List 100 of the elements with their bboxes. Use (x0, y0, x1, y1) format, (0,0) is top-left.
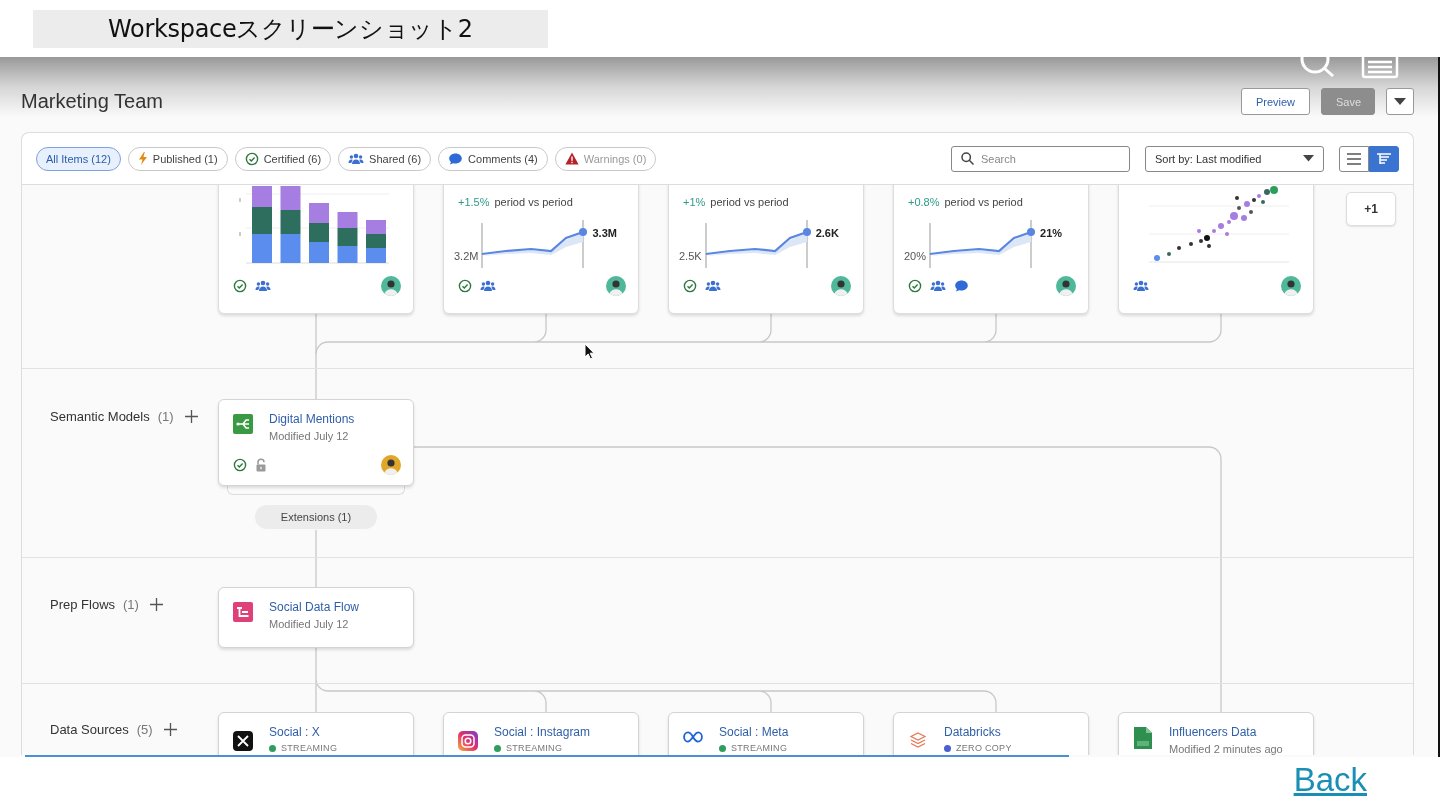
lane-count: (1) (123, 596, 139, 612)
people-icon (348, 151, 365, 166)
status-label: STREAMING (506, 743, 563, 753)
list-view-toggle[interactable] (1339, 145, 1369, 172)
item-subtitle: Modified July 12 (269, 430, 350, 442)
dashboard-card[interactable]: +1.5% period vs period 3.2M 3.3M (443, 185, 639, 314)
chart-point (1249, 210, 1253, 214)
item-card[interactable]: Digital Mentions Modified July 12 (218, 399, 414, 486)
item-title: Social : X (269, 725, 321, 740)
status-label: STREAMING (281, 743, 338, 753)
chart-bar (366, 220, 386, 234)
chart-bar (309, 242, 329, 263)
dashboard-card[interactable] (1118, 185, 1314, 314)
connector-line (315, 529, 317, 588)
item-title: Influencers Data (1169, 725, 1258, 740)
dashboard-card[interactable]: +0.8% period vs period 20% 21% (893, 185, 1089, 314)
lightning-icon (137, 152, 148, 165)
item-title: Social Data Flow (269, 600, 360, 615)
search-icon (961, 152, 974, 165)
dropdown-button[interactable] (1386, 88, 1414, 115)
filter-chip[interactable]: Published (1) (127, 146, 228, 171)
chart-bar (366, 248, 386, 263)
cursor-icon (584, 343, 595, 360)
end-value: 2.6K (815, 227, 839, 239)
item-title: Social : Instagram (494, 725, 591, 740)
change-value: +1.5% (458, 196, 490, 210)
lane-count: (1) (157, 408, 174, 424)
add-icon[interactable] (163, 722, 177, 736)
end-point (1027, 228, 1036, 236)
lineage-icon (1377, 152, 1391, 165)
chart-bar (309, 223, 329, 242)
chart-bar (337, 228, 358, 246)
chart-bar (252, 234, 272, 263)
workspace-title: Marketing Team (21, 90, 164, 113)
lane-label: Data Sources (50, 721, 129, 737)
item-card[interactable]: Social Data Flow Modified July 12 (218, 587, 414, 648)
filter-chip[interactable]: Certified (6) (234, 146, 332, 171)
add-icon[interactable] (184, 409, 198, 423)
start-value: 2.5K (679, 250, 702, 262)
item-card[interactable]: Social : X STREAMING (218, 712, 414, 755)
chart-point (1154, 255, 1160, 261)
spreadsheet-icon (1134, 727, 1152, 749)
extensions-button[interactable]: Extensions (1) (255, 505, 377, 529)
end-value: 3.3M (592, 227, 617, 239)
chart-point (1261, 200, 1265, 204)
filter-chip[interactable]: Shared (6) (338, 146, 432, 171)
back-link[interactable]: Back (1293, 761, 1367, 799)
item-card[interactable]: Social : Meta STREAMING (668, 712, 864, 755)
end-point (579, 228, 588, 236)
item-title: Social : Meta (719, 725, 789, 740)
item-subtitle: Modified 2 minutes ago (1169, 743, 1283, 755)
chart-point (1244, 201, 1250, 207)
change-caption: period vs period (944, 196, 1023, 210)
item-title: Digital Mentions (269, 412, 355, 427)
chart-point (1189, 242, 1193, 246)
chart-point (1212, 229, 1216, 233)
status-label: ZERO COPY (956, 743, 1012, 753)
filter-chip[interactable]: Comments (4) (438, 146, 548, 171)
caption-title: Workspaceスクリーンショット2 (33, 10, 548, 48)
start-value: 3.2M (454, 250, 479, 262)
sort-dropdown[interactable]: Sort by: Last modified (1145, 145, 1324, 172)
start-value: 20% (904, 250, 927, 262)
end-value: 21% (1040, 227, 1063, 239)
model-icon (233, 414, 253, 434)
chart-bar (337, 246, 358, 263)
chart-point (1218, 223, 1224, 229)
lane-label: Semantic Models (50, 408, 150, 424)
caret-icon (1303, 155, 1314, 162)
change-caption: period vs period (710, 196, 789, 210)
lineage-view-toggle[interactable] (1369, 145, 1399, 172)
more-button[interactable]: +1 (1346, 192, 1396, 226)
dashboard-card[interactable]: +1% period vs period 2.5K 2.6K (668, 185, 864, 314)
warning-icon (564, 152, 579, 165)
chart-bar (252, 207, 272, 234)
item-card[interactable]: Influencers Data Modified 2 minutes ago (1118, 712, 1314, 755)
cross-logo-icon (233, 731, 253, 751)
item-subtitle: Modified July 12 (269, 618, 350, 630)
search-icon[interactable] (1298, 57, 1336, 77)
menu-icon[interactable] (1361, 57, 1399, 79)
filter-chip[interactable]: All Items (12) (36, 146, 121, 171)
add-icon[interactable] (149, 597, 163, 611)
comment-icon (448, 151, 464, 166)
caret-icon (1394, 97, 1406, 106)
item-card[interactable]: Databricks ZERO COPY (893, 712, 1089, 755)
search-field[interactable]: Search (951, 145, 1130, 172)
item-card[interactable]: Social : Instagram STREAMING (443, 712, 639, 755)
preview-button[interactable]: Preview (1240, 88, 1310, 115)
dashboard-card[interactable] (218, 185, 414, 314)
chart-bar (280, 234, 301, 263)
camera-logo-icon (458, 731, 478, 751)
chart-bar (280, 210, 301, 234)
layers-icon (909, 731, 927, 749)
chart-point (1177, 246, 1181, 250)
chart-bar (252, 186, 272, 207)
chart-point (1241, 215, 1247, 221)
certified-icon (244, 151, 259, 166)
chart-point (1235, 196, 1239, 200)
change-value: +0.8% (908, 196, 940, 210)
change-caption: period vs period (494, 196, 573, 210)
chart-point (1197, 229, 1201, 233)
